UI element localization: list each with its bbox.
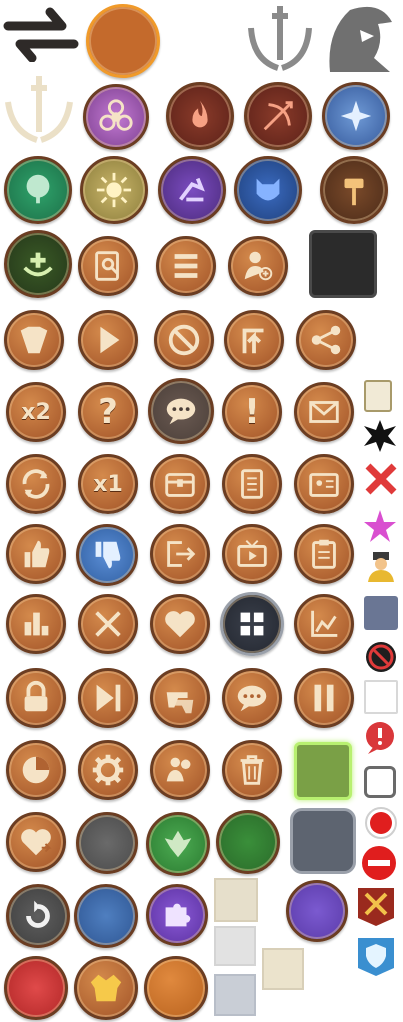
chat-bubble-icon[interactable] <box>148 378 214 444</box>
gray-round-button[interactable] <box>76 812 138 874</box>
fire-icon[interactable] <box>166 82 234 150</box>
sword-laurel-cream-icon <box>2 72 76 146</box>
blue-gray-square-slot[interactable] <box>214 974 256 1016</box>
play-icon[interactable] <box>78 310 138 370</box>
heart-icon[interactable] <box>150 594 210 654</box>
biohazard-icon[interactable] <box>83 84 149 150</box>
beige-square-slot[interactable] <box>214 878 258 922</box>
menu-icon[interactable] <box>156 236 216 296</box>
add-user-icon[interactable] <box>228 236 288 296</box>
green-crest-icon[interactable] <box>146 812 210 876</box>
heal-plus-icon[interactable] <box>4 230 72 298</box>
upgrade-arrow-icon[interactable] <box>224 310 284 370</box>
black-splat-icon <box>362 418 398 454</box>
sword-laurel-icon <box>243 2 317 74</box>
alert-button[interactable]: ! <box>222 382 282 442</box>
leaderboard-icon[interactable] <box>6 594 66 654</box>
thumbs-up-icon[interactable] <box>6 524 66 584</box>
share-icon[interactable] <box>296 310 356 370</box>
video-card-icon[interactable] <box>364 380 392 412</box>
pie-chart-icon[interactable] <box>6 740 66 800</box>
settings-gear-icon[interactable] <box>78 740 138 800</box>
quest-scroll-icon[interactable] <box>222 454 282 514</box>
armor-icon[interactable] <box>4 310 64 370</box>
slate-square-slot[interactable] <box>364 596 398 630</box>
x2-label: x2 <box>21 399 51 425</box>
red-dot-button[interactable] <box>364 806 398 840</box>
crossed-swords-icon[interactable] <box>78 594 138 654</box>
pause-icon[interactable] <box>294 668 354 728</box>
help-button[interactable]: ? <box>78 382 138 442</box>
stats-chart-icon[interactable] <box>294 594 354 654</box>
id-card-icon[interactable] <box>294 454 354 514</box>
gray-square-slot-small[interactable] <box>214 926 256 966</box>
shield-star-icon[interactable] <box>322 82 390 150</box>
empty-checkbox[interactable] <box>364 680 398 714</box>
exclamation-label: ! <box>244 392 260 432</box>
refresh-icon[interactable] <box>6 454 66 514</box>
shield-banner-icon <box>354 934 398 978</box>
x2-speed-button[interactable]: x2 <box>6 382 66 442</box>
officer-avatar-icon <box>364 548 398 582</box>
no-ads-icon[interactable] <box>364 640 398 674</box>
rounded-checkbox[interactable] <box>364 766 396 798</box>
x1-label: x1 <box>93 471 123 497</box>
jacket-icon[interactable] <box>74 956 138 1020</box>
hammer-icon[interactable] <box>320 156 388 224</box>
message-icon[interactable] <box>222 668 282 728</box>
green-selected-slot[interactable] <box>294 742 352 800</box>
thumbs-down-icon[interactable] <box>76 524 138 586</box>
inspect-document-icon[interactable] <box>78 236 138 296</box>
tree-icon[interactable] <box>4 156 72 224</box>
swap-arrows-icon[interactable] <box>2 6 80 63</box>
mail-icon[interactable] <box>294 382 354 442</box>
tv-icon[interactable] <box>222 524 282 584</box>
red-x-icon[interactable] <box>364 462 398 496</box>
bow-icon[interactable] <box>244 82 312 150</box>
orange-round-button[interactable] <box>86 4 160 78</box>
question-label: ? <box>98 392 118 432</box>
guns-icon[interactable] <box>150 668 210 728</box>
beige-square-slot-small[interactable] <box>262 948 304 990</box>
pink-star-icon <box>362 508 398 544</box>
grid-menu-icon[interactable] <box>220 592 284 656</box>
exit-door-icon[interactable] <box>150 524 210 584</box>
dark-square-slot[interactable] <box>309 230 377 298</box>
minus-circle-icon[interactable] <box>360 844 398 882</box>
lock-icon[interactable] <box>6 668 66 728</box>
orange-round-button-2[interactable] <box>144 956 208 1020</box>
sun-icon[interactable] <box>80 156 148 224</box>
x1-speed-button[interactable]: x1 <box>78 454 138 514</box>
alert-speech-bubble-icon <box>362 720 398 756</box>
clipboard-icon[interactable] <box>294 524 354 584</box>
claw-icon[interactable] <box>158 156 226 224</box>
crossed-swords-banner-icon <box>354 884 398 928</box>
restart-icon[interactable] <box>6 884 70 948</box>
gray-square-slot[interactable] <box>290 808 356 874</box>
purple-round-button[interactable] <box>286 880 348 942</box>
friends-icon[interactable] <box>150 740 210 800</box>
cancel-icon[interactable] <box>154 310 214 370</box>
helmet-icon[interactable] <box>234 156 302 224</box>
treasure-chest-icon[interactable] <box>150 454 210 514</box>
trash-icon[interactable] <box>222 740 282 800</box>
heart-share-icon[interactable] <box>6 812 66 872</box>
skip-forward-icon[interactable] <box>78 668 138 728</box>
red-round-button[interactable] <box>4 956 68 1020</box>
blue-round-button[interactable] <box>74 884 138 948</box>
green-round-button[interactable] <box>216 810 280 874</box>
hooded-figure-icon <box>320 2 398 76</box>
puzzle-icon[interactable] <box>146 884 208 946</box>
